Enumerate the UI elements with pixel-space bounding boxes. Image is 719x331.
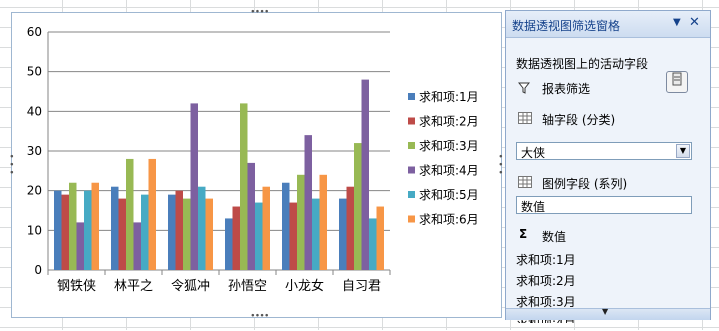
bar (118, 198, 126, 270)
legend-fields-label: 图例字段 (系列) (542, 177, 628, 191)
legend-swatch (408, 215, 415, 223)
bar (319, 174, 327, 270)
pane-title: 数据透视图筛选窗格 (512, 19, 621, 33)
resize-handle-left[interactable]: ∙ ∙ ∙ (9, 153, 15, 178)
bar (339, 198, 347, 270)
bar (190, 103, 198, 271)
axis-fields-label: 轴字段 (分类) (542, 113, 616, 127)
legend-label: 求和项:5月 (419, 188, 479, 202)
values-label: 数值 (542, 230, 567, 244)
legend-label: 求和项:1月 (419, 90, 479, 104)
legend-swatch (408, 93, 415, 100)
axis-field-select[interactable]: 大侠 ▼ (516, 142, 692, 160)
bar (61, 194, 69, 270)
bar (54, 190, 62, 270)
sigma-icon: Σ (519, 227, 528, 241)
bar (111, 186, 119, 270)
y-tick-label: 60 (27, 25, 42, 39)
legend-field-value: 数值 (521, 200, 546, 214)
pane-title-bar: 数据透视图筛选窗格 ▼ ✕ (506, 11, 710, 38)
legend-label: 求和项:2月 (419, 115, 479, 129)
legend-label: 求和项:6月 (419, 213, 479, 227)
pivot-chart[interactable]: 0 10 20 30 40 50 60 钢铁侠 林平之 令狐冲 孙悟空 小龙女 自习君 求和项:1月 求和项… (9, 8, 504, 321)
bar (262, 186, 270, 270)
bar (76, 222, 84, 270)
bar (282, 182, 290, 270)
legend-swatch (408, 166, 415, 174)
legend-field-box[interactable]: 数值 (516, 196, 692, 214)
bar (346, 186, 354, 270)
bar (289, 202, 297, 270)
legend-label: 求和项:4月 (419, 164, 479, 178)
bar (198, 186, 206, 270)
legend-swatch (408, 142, 415, 149)
bar (168, 194, 176, 270)
legend-label: 求和项:3月 (419, 139, 479, 153)
pane-scroll-footer[interactable]: ▼ (506, 307, 710, 320)
bar (304, 135, 312, 270)
bar (376, 206, 384, 270)
bar (369, 218, 377, 270)
report-filter-label: 报表筛选 (542, 82, 591, 96)
x-tick-label: 钢铁侠 (57, 279, 96, 294)
bar (297, 174, 305, 270)
filter-icon (518, 82, 530, 94)
bar (148, 158, 156, 270)
resize-handle-right[interactable]: ∙ ∙ ∙ (498, 153, 504, 178)
bar (133, 222, 141, 270)
bar (354, 143, 362, 270)
x-tick-label: 林平之 (114, 279, 153, 294)
resize-handle-top[interactable]: ∙∙∙∙ (250, 8, 270, 17)
chart-svg: 0 10 20 30 40 50 60 钢铁侠 林平之 令狐冲 孙悟空 小龙女 自习君 求和项:1月求和项… (27, 25, 479, 294)
bar (361, 79, 369, 270)
bar (240, 103, 248, 271)
layout-button[interactable] (666, 71, 688, 93)
active-fields-label: 数据透视图上的活动字段 (516, 57, 649, 71)
close-icon[interactable]: ✕ (689, 15, 700, 30)
layout-icon (672, 72, 682, 86)
x-tick-label: 自习君 (342, 279, 381, 294)
bar (205, 198, 213, 270)
legend-swatch (408, 117, 415, 125)
bar (183, 198, 191, 270)
bar (312, 198, 320, 270)
x-tick-label: 小龙女 (285, 278, 324, 294)
y-tick-label: 40 (27, 104, 42, 118)
y-tick-label: 50 (27, 65, 42, 79)
pivot-filter-pane: 数据透视图筛选窗格 ▼ ✕ 数据透视图上的活动字段 报表筛选 轴字段 (分类) … (505, 10, 711, 323)
bar (69, 182, 77, 270)
values-item[interactable]: 求和项:2月 (516, 272, 576, 289)
y-tick-label: 0 (34, 263, 42, 277)
bar (225, 218, 233, 270)
bar (247, 162, 255, 270)
bar (126, 158, 134, 270)
bar (255, 202, 263, 270)
chevron-down-icon[interactable]: ▼ (676, 144, 690, 158)
y-tick-label: 20 (27, 184, 42, 198)
resize-handle-bottom[interactable]: ∙∙∙∙ (250, 312, 270, 321)
pane-body: 数据透视图上的活动字段 报表筛选 轴字段 (分类) 大侠 ▼ 图例字段 (系列)… (506, 38, 710, 323)
bar (175, 190, 183, 270)
legend-fields-icon (518, 176, 532, 188)
y-tick-label: 10 (27, 223, 42, 237)
axis-fields-icon (518, 112, 532, 124)
x-tick-label: 孙悟空 (228, 279, 267, 294)
chevron-down-icon[interactable]: ▼ (602, 307, 608, 316)
axis-field-value: 大侠 (521, 146, 546, 160)
bar (91, 182, 99, 270)
values-item[interactable]: 求和项:1月 (516, 251, 576, 268)
x-tick-label: 令狐冲 (171, 279, 210, 294)
bar (84, 190, 92, 270)
legend-swatch (408, 191, 415, 198)
chevron-down-icon[interactable]: ▼ (673, 17, 681, 28)
bar (232, 206, 240, 270)
y-tick-label: 30 (27, 144, 42, 158)
bar (141, 194, 149, 270)
